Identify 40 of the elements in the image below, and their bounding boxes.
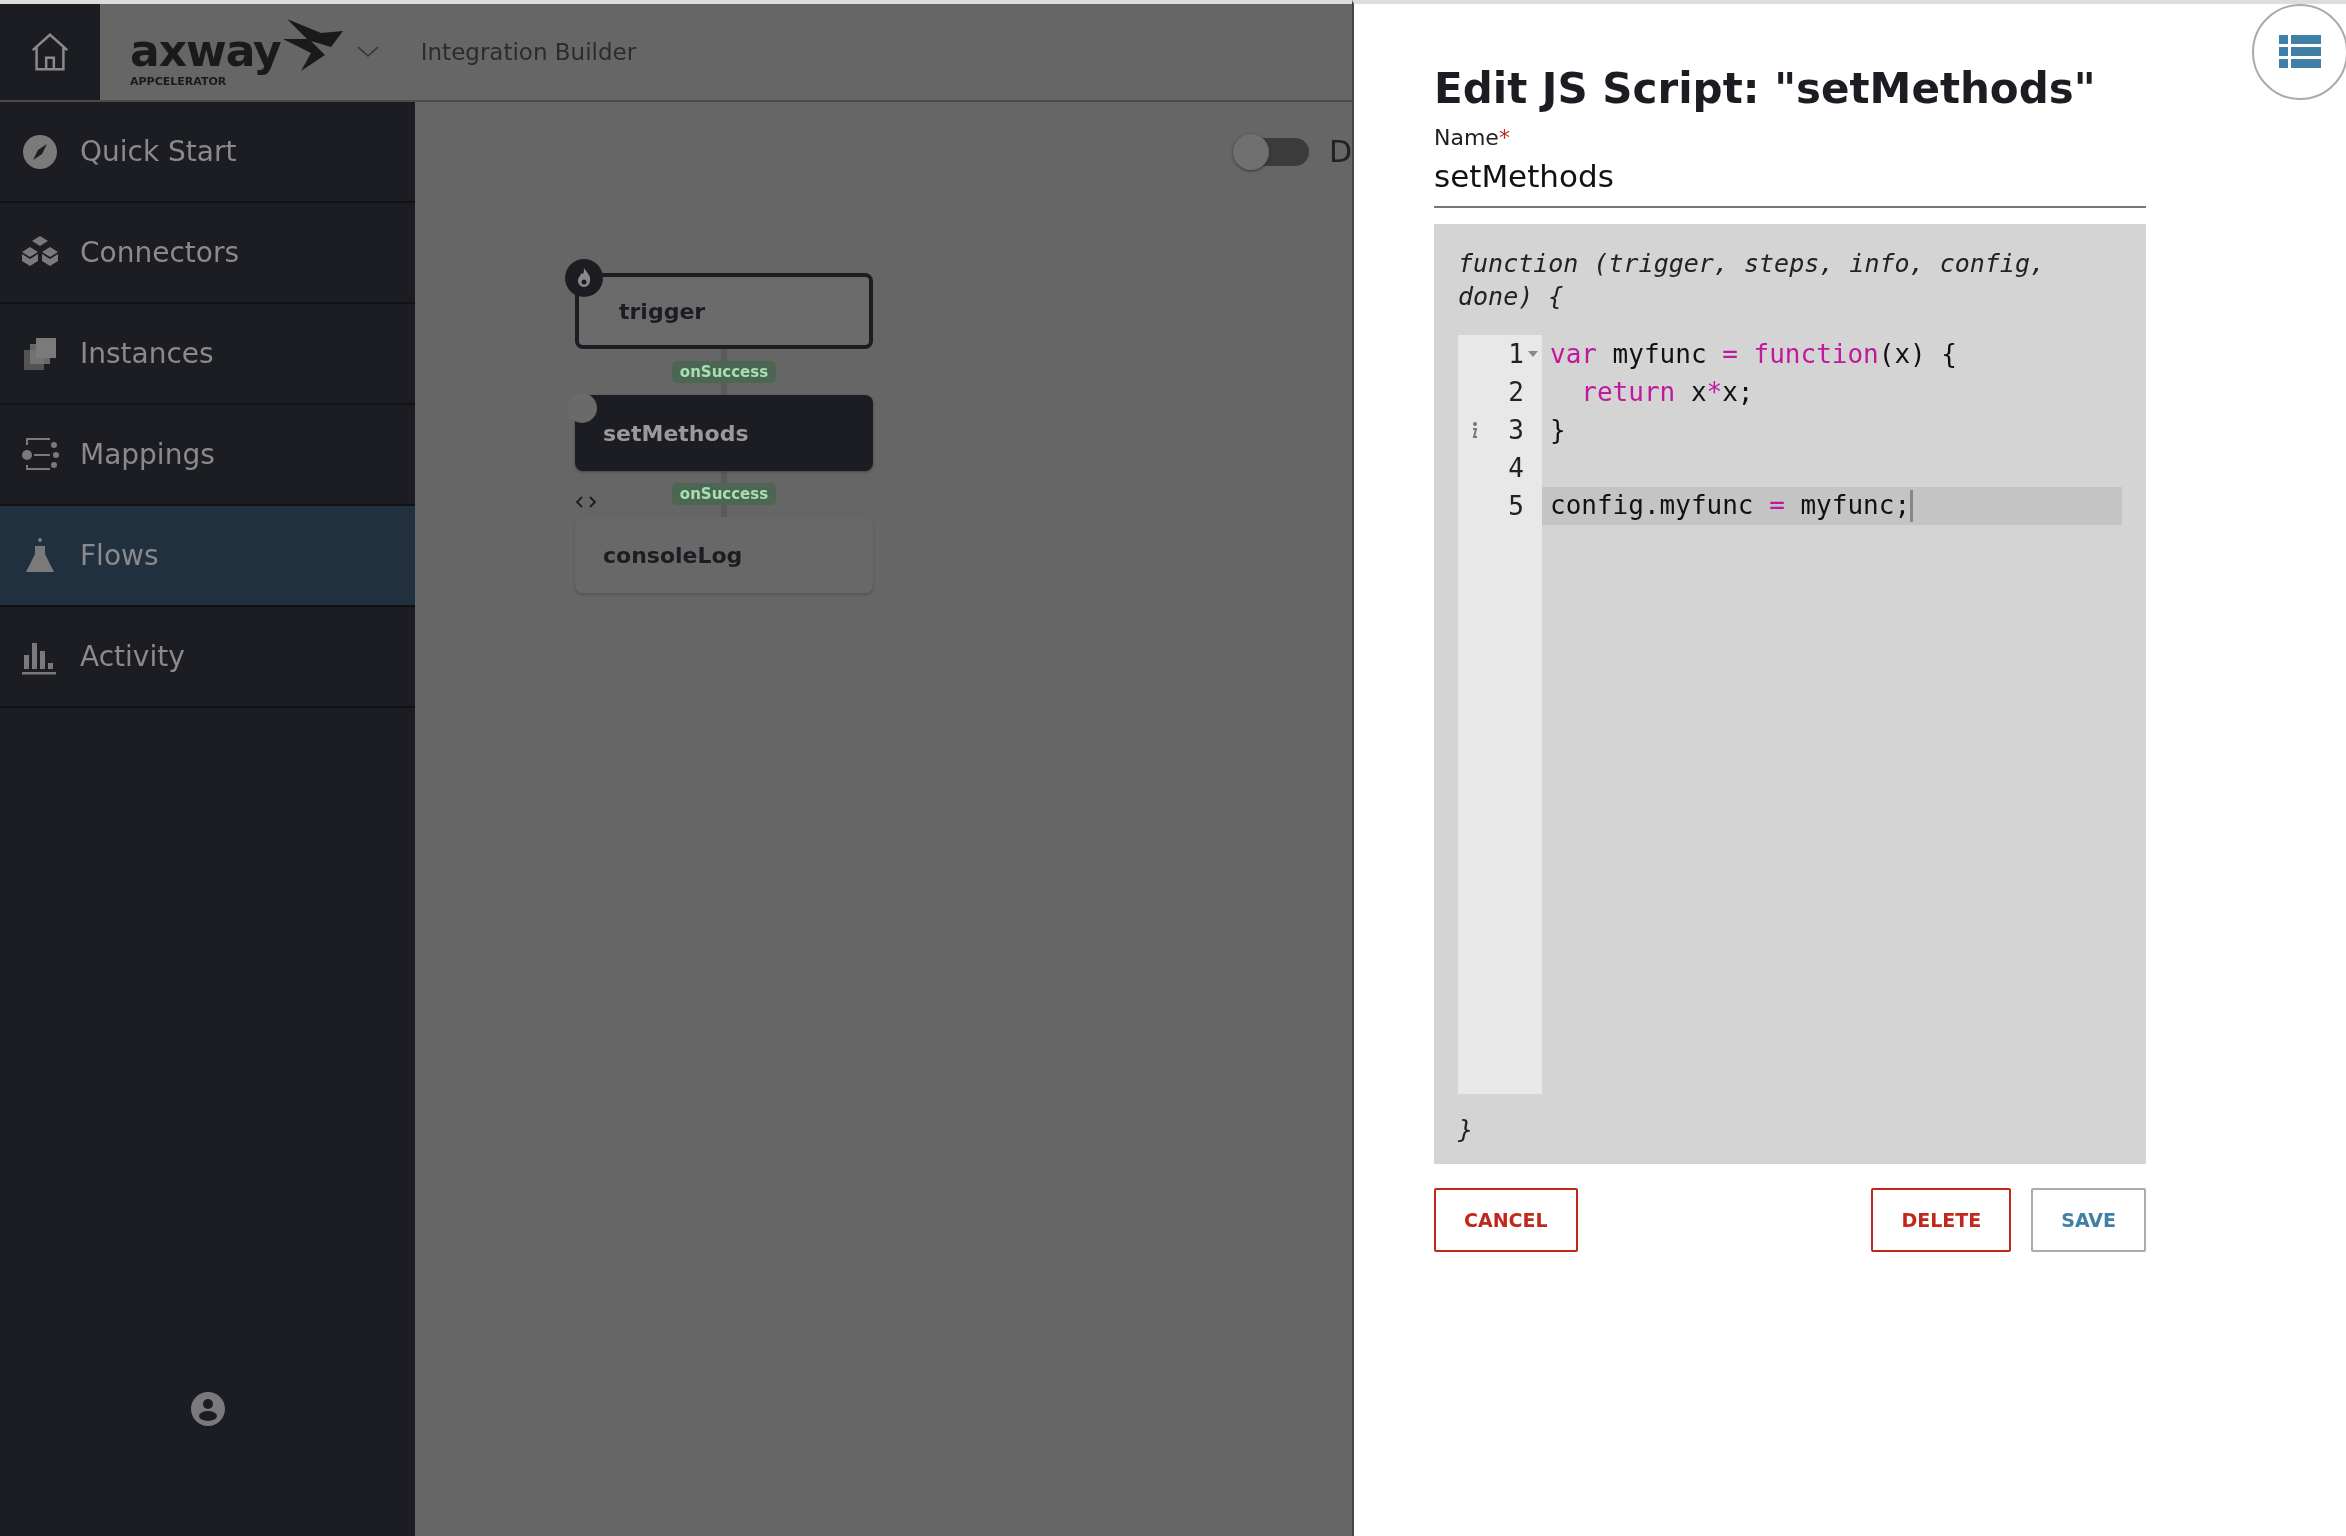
sidebar-item[interactable]: Flows bbox=[0, 506, 415, 607]
sidebar-item[interactable]: Activity bbox=[0, 607, 415, 708]
panel-title: Edit JS Script: "setMethods" bbox=[1434, 64, 2097, 113]
closing-brace: } bbox=[1458, 1113, 1475, 1146]
list-icon bbox=[2279, 35, 2321, 69]
code-line: var myfunc = function(x) { bbox=[1549, 339, 1958, 369]
fold-caret-icon[interactable] bbox=[1528, 351, 1538, 357]
line-number: 3 bbox=[1508, 415, 1524, 445]
sidebar-item[interactable]: Instances bbox=[0, 304, 415, 405]
flow-node[interactable]: consoleLog bbox=[575, 517, 873, 593]
line-number: 1 bbox=[1508, 339, 1524, 369]
chevron-down-icon[interactable] bbox=[356, 46, 379, 58]
flow-node[interactable]: trigger bbox=[575, 273, 873, 349]
code-editor[interactable]: function (trigger, steps, info, config, done) { 1 var myfunc = function(x) { 2 return x*x; 3 } 4 5 config.myfunc = myfunc; } bbox=[1434, 224, 2146, 1164]
app-title: Integration Builder bbox=[420, 39, 637, 65]
toggle-label: D bbox=[1328, 134, 1352, 169]
save-button[interactable]: SAVE bbox=[2031, 1188, 2146, 1252]
info-icon bbox=[1470, 421, 1478, 439]
function-signature: function (trigger, steps, info, config, done) { bbox=[1458, 248, 2046, 313]
line-number: 4 bbox=[1508, 453, 1524, 483]
logo-wordmark: axway bbox=[130, 28, 281, 73]
sidebar-item[interactable]: Quick Start bbox=[0, 102, 415, 203]
edge-label: onSuccess bbox=[671, 483, 777, 505]
line-number: 5 bbox=[1508, 491, 1524, 521]
field-label: Name bbox=[1434, 125, 1499, 150]
code-line: config.myfunc = myfunc; bbox=[1542, 489, 1914, 523]
code-line: return x*x; bbox=[1580, 377, 1754, 407]
edge-label: onSuccess bbox=[671, 361, 777, 383]
home-button[interactable] bbox=[0, 4, 100, 100]
line-number: 2 bbox=[1508, 377, 1524, 407]
code-line: } bbox=[1549, 415, 1566, 445]
logo-subtitle: APPCELERATOR bbox=[130, 74, 227, 88]
sidebar-item[interactable]: Connectors bbox=[0, 203, 415, 304]
user-avatar-icon[interactable] bbox=[190, 1392, 225, 1426]
flame-icon bbox=[565, 259, 603, 297]
cancel-button[interactable]: CANCEL bbox=[1434, 1188, 1578, 1252]
flow-node[interactable]: setMethods bbox=[575, 395, 873, 471]
delete-button[interactable]: DELETE bbox=[1871, 1188, 2012, 1252]
code-icon bbox=[575, 495, 597, 509]
required-mark: * bbox=[1498, 125, 1510, 150]
